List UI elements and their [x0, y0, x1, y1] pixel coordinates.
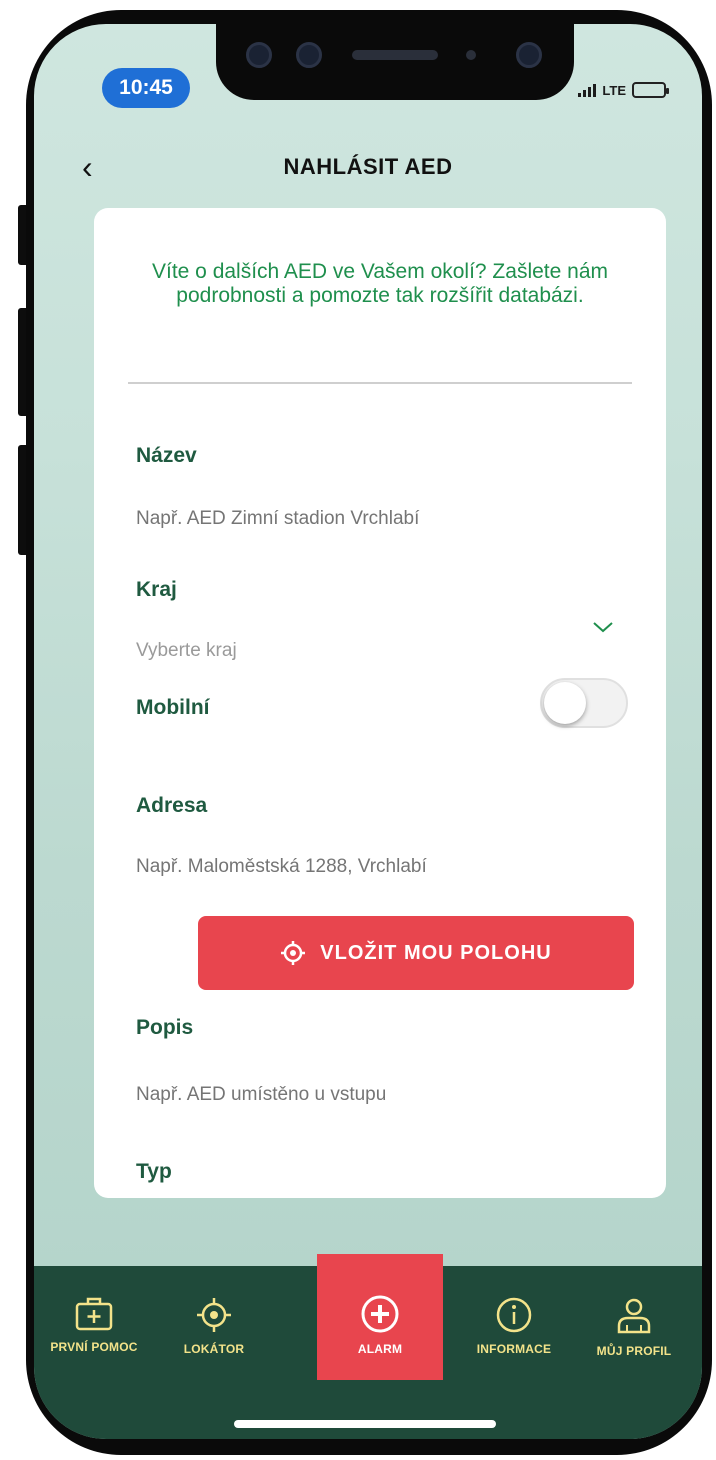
stage: 10:45 LTE ‹ NAHLÁSIT AED Víte o dalších …	[0, 0, 716, 1460]
tab-first-aid[interactable]: PRVNÍ POMOC	[34, 1296, 154, 1354]
tab-label: LOKÁTOR	[183, 1342, 245, 1356]
tab-information[interactable]: INFORMACE	[454, 1296, 574, 1356]
signal-icon	[578, 83, 597, 97]
tab-label: INFORMACE	[476, 1342, 552, 1356]
tab-my-profile[interactable]: MŮJ PROFIL	[574, 1296, 694, 1358]
toggle-knob	[544, 682, 586, 724]
status-icons: LTE	[578, 82, 669, 98]
page-title: NAHLÁSIT AED	[283, 154, 453, 179]
alarm-plus-icon	[361, 1295, 399, 1333]
speaker	[352, 50, 438, 60]
battery-icon	[632, 82, 669, 98]
camera-icon	[296, 42, 322, 68]
status-time: 10:45	[102, 68, 190, 108]
camera-icon	[246, 42, 272, 68]
intro-text: Víte o dalších AED ve Vašem okolí? Zašle…	[151, 260, 608, 307]
bottom-tab-bar: PRVNÍ POMOC LOKÁTOR ALARM INFORMACE MŮJ …	[34, 1254, 702, 1439]
name-input[interactable]	[136, 508, 626, 530]
description-label: Popis	[136, 1016, 194, 1039]
type-label: Typ	[136, 1160, 172, 1183]
tab-alarm[interactable]: ALARM	[317, 1254, 443, 1380]
tab-label: ALARM	[357, 1342, 403, 1356]
insert-location-button[interactable]: VLOŽIT MOU POLOHU	[198, 916, 634, 990]
region-select[interactable]: Vyberte kraj	[136, 640, 626, 662]
crosshair-icon	[281, 941, 306, 965]
report-form-card: Víte o dalších AED ve Vašem okolí? Zašle…	[94, 208, 666, 1198]
tab-locator[interactable]: LOKÁTOR	[154, 1296, 274, 1356]
first-aid-kit-icon	[75, 1297, 113, 1331]
chevron-down-icon[interactable]	[592, 616, 614, 638]
insert-location-label: VLOŽIT MOU POLOHU	[320, 941, 552, 964]
divider	[128, 382, 632, 384]
profile-icon	[617, 1298, 651, 1334]
home-indicator[interactable]	[234, 1420, 496, 1428]
address-input[interactable]	[136, 856, 626, 878]
camera-icon	[516, 42, 542, 68]
mobile-label: Mobilní	[136, 696, 210, 719]
sensor-dot	[466, 50, 476, 60]
region-label: Kraj	[136, 578, 177, 601]
tab-label: PRVNÍ POMOC	[50, 1340, 138, 1354]
locator-icon	[197, 1298, 231, 1332]
address-label: Adresa	[136, 794, 208, 817]
name-label: Název	[136, 444, 197, 467]
mobile-toggle[interactable]	[540, 678, 628, 728]
tab-label: MŮJ PROFIL	[596, 1344, 672, 1358]
phone-screen: 10:45 LTE ‹ NAHLÁSIT AED Víte o dalších …	[34, 24, 702, 1439]
network-type: LTE	[602, 82, 626, 98]
back-button[interactable]: ‹	[82, 150, 93, 184]
header: ‹ NAHLÁSIT AED	[34, 142, 702, 192]
notch	[216, 24, 574, 100]
description-input[interactable]	[136, 1084, 626, 1106]
info-icon	[496, 1297, 532, 1333]
